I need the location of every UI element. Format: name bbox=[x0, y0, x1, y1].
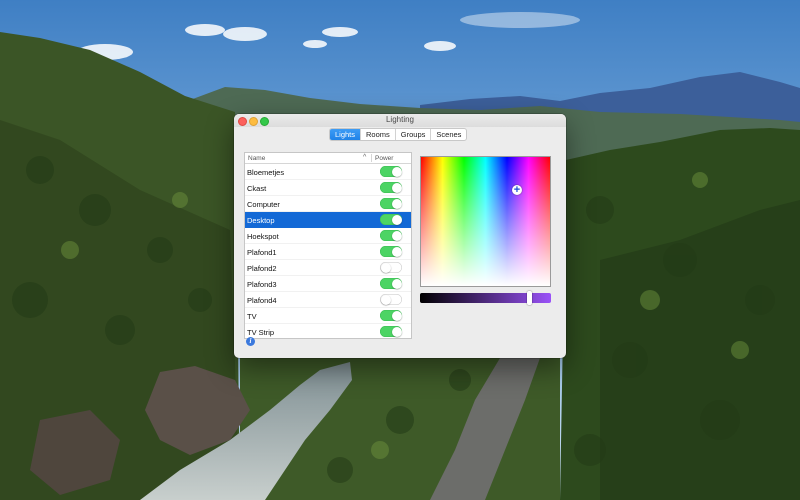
tab-lights[interactable]: Lights bbox=[330, 129, 361, 140]
power-toggle[interactable] bbox=[380, 294, 402, 305]
light-name: Plafond1 bbox=[247, 248, 277, 257]
light-name: Desktop bbox=[247, 216, 275, 225]
tab-groups[interactable]: Groups bbox=[394, 129, 431, 140]
lighting-window: Lighting Lights Rooms Groups Scenes Name… bbox=[234, 114, 566, 358]
lights-table: Name ^ Power Bloemetjes Ckast Computer Desk… bbox=[244, 152, 412, 339]
power-toggle[interactable] bbox=[380, 230, 402, 241]
info-icon[interactable]: i bbox=[246, 337, 255, 346]
table-row[interactable]: Plafond1 bbox=[245, 244, 411, 260]
color-wheel-picker[interactable]: + bbox=[420, 156, 551, 287]
power-toggle[interactable] bbox=[380, 278, 402, 289]
power-toggle[interactable] bbox=[380, 182, 402, 193]
light-name: Plafond2 bbox=[247, 264, 277, 273]
power-toggle[interactable] bbox=[380, 166, 402, 177]
light-name: Hoekspot bbox=[247, 232, 279, 241]
tab-scenes[interactable]: Scenes bbox=[430, 129, 466, 140]
light-name: TV bbox=[247, 312, 257, 321]
toggle-knob bbox=[391, 166, 402, 177]
view-tabs: Lights Rooms Groups Scenes bbox=[329, 128, 468, 141]
title-bar[interactable]: Lighting bbox=[234, 114, 566, 127]
table-row[interactable]: TV Strip bbox=[245, 324, 411, 338]
table-row[interactable]: Bloemetjes bbox=[245, 164, 411, 180]
column-header-name[interactable]: Name bbox=[248, 155, 265, 162]
table-row[interactable]: Plafond3 bbox=[245, 276, 411, 292]
power-toggle[interactable] bbox=[380, 310, 402, 321]
table-row[interactable]: Hoekspot bbox=[245, 228, 411, 244]
toggle-knob bbox=[391, 198, 402, 209]
toggle-knob bbox=[380, 262, 391, 273]
light-name: Ckast bbox=[247, 184, 267, 193]
light-name: Bloemetjes bbox=[247, 168, 285, 177]
toggle-knob bbox=[391, 182, 402, 193]
toggle-knob bbox=[391, 246, 402, 257]
light-name: Plafond3 bbox=[247, 280, 277, 289]
toggle-knob bbox=[380, 294, 391, 305]
column-header-power[interactable]: Power bbox=[375, 155, 393, 162]
window-title: Lighting bbox=[385, 115, 415, 124]
power-toggle[interactable] bbox=[380, 214, 402, 225]
color-picker-handle[interactable]: + bbox=[512, 185, 522, 196]
table-row[interactable]: Desktop bbox=[245, 212, 411, 228]
tab-rooms[interactable]: Rooms bbox=[360, 129, 395, 140]
toggle-knob bbox=[391, 326, 402, 337]
toggle-knob bbox=[391, 230, 402, 241]
table-row[interactable]: Ckast bbox=[245, 180, 411, 196]
light-name: TV Strip bbox=[247, 328, 275, 337]
chevron-up-icon: ^ bbox=[363, 154, 367, 161]
table-body: Bloemetjes Ckast Computer Desktop Hoekspot Pl… bbox=[245, 164, 411, 338]
power-toggle[interactable] bbox=[380, 198, 402, 209]
toggle-knob bbox=[391, 214, 402, 225]
toggle-knob bbox=[391, 278, 402, 289]
table-row[interactable]: Plafond4 bbox=[245, 292, 411, 308]
table-row[interactable]: Plafond2 bbox=[245, 260, 411, 276]
power-toggle[interactable] bbox=[380, 326, 402, 337]
brightness-slider[interactable] bbox=[420, 291, 551, 305]
table-row[interactable]: TV bbox=[245, 308, 411, 324]
light-name: Computer bbox=[247, 200, 280, 209]
toggle-knob bbox=[391, 310, 402, 321]
power-toggle[interactable] bbox=[380, 246, 402, 257]
brightness-slider-thumb[interactable] bbox=[527, 291, 533, 305]
table-header: Name ^ Power bbox=[245, 153, 411, 164]
column-divider bbox=[371, 154, 372, 162]
table-row[interactable]: Computer bbox=[245, 196, 411, 212]
light-name: Plafond4 bbox=[247, 296, 277, 305]
power-toggle[interactable] bbox=[380, 262, 402, 273]
